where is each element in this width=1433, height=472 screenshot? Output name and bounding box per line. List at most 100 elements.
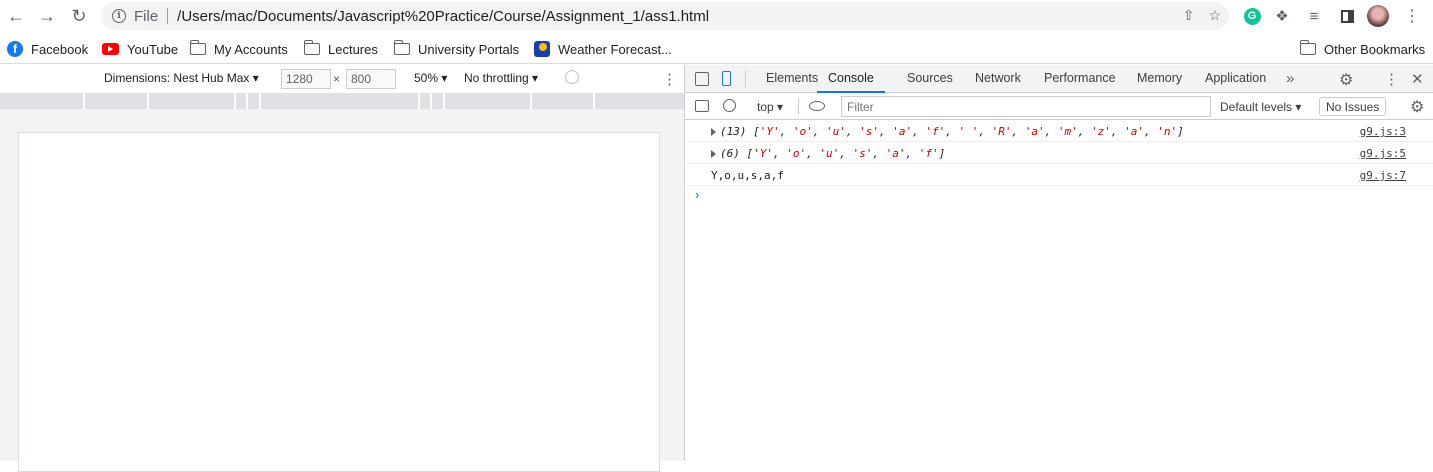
media-playlist-icon[interactable]: ≡ xyxy=(1303,5,1325,27)
log-message: Y,o,u,s,a,f xyxy=(711,169,784,182)
array-item: 'n' xyxy=(1157,125,1178,138)
browser-toolbar: ← → ↻ i File /Users/mac/Documents/Javasc… xyxy=(0,0,1433,33)
array-item: 'm' xyxy=(1057,125,1078,138)
array-item: 'Y' xyxy=(753,147,773,160)
media-query-ruler xyxy=(0,93,684,109)
array-item: 'u' xyxy=(819,147,840,160)
console-log-row[interactable]: Y,o,u,s,a,f g9.js:7 xyxy=(685,164,1433,186)
side-panel-icon[interactable] xyxy=(1336,5,1358,27)
more-tabs-icon[interactable]: » xyxy=(1286,65,1294,93)
bookmark-weather-forecast[interactable]: Weather Forecast... xyxy=(534,40,672,58)
array-item: 'a' xyxy=(892,125,913,138)
dimensions-dropdown[interactable]: Dimensions: Nest Hub Max ▾ xyxy=(104,71,259,85)
dimension-times: × xyxy=(333,72,341,86)
log-source-link[interactable]: g9.js:3 xyxy=(1360,125,1406,138)
info-icon[interactable]: i xyxy=(112,9,126,23)
bookmark-other[interactable]: Other Bookmarks xyxy=(1300,40,1425,58)
bookmark-university-portals[interactable]: University Portals xyxy=(394,40,519,58)
folder-icon xyxy=(304,40,320,55)
array-item: 'o' xyxy=(786,147,807,160)
folder-icon xyxy=(190,40,206,55)
inspect-element-icon[interactable] xyxy=(695,72,709,86)
youtube-icon xyxy=(102,43,119,55)
rotate-icon[interactable] xyxy=(565,70,579,84)
array-item: 's' xyxy=(859,125,879,138)
expand-triangle-icon[interactable] xyxy=(711,128,716,136)
tab-network[interactable]: Network xyxy=(975,65,1021,93)
device-emulation-pane: Dimensions: Nest Hub Max ▾ × 50% ▾ No th… xyxy=(0,65,684,472)
log-source-link[interactable]: g9.js:5 xyxy=(1360,147,1406,160)
url-text[interactable]: /Users/mac/Documents/Javascript%20Practi… xyxy=(177,8,709,25)
console-log-row[interactable]: (6) ['Y', 'o', 'u', 's', 'a', 'f'] g9.js… xyxy=(685,142,1433,164)
tab-memory[interactable]: Memory xyxy=(1137,65,1182,93)
tab-performance[interactable]: Performance xyxy=(1044,65,1116,93)
array-item: 'Y' xyxy=(759,125,780,138)
console-toolbar: top ▾ Default levels ▾ No Issues ⚙ xyxy=(685,93,1433,120)
log-message: (13) ['Y', 'o', 'u', 's', 'a', 'f', ' ',… xyxy=(720,125,1184,138)
share-icon[interactable]: ⇧ xyxy=(1183,7,1195,24)
log-message: (6) ['Y', 'o', 'u', 's', 'a', 'f'] xyxy=(720,147,946,160)
devtools-menu-icon[interactable]: ⋮ xyxy=(1384,70,1399,88)
forward-arrow-icon[interactable]: → xyxy=(35,5,59,27)
console-log-row[interactable]: (13) ['Y', 'o', 'u', 's', 'a', 'f', ' ',… xyxy=(685,120,1433,142)
extensions-puzzle-icon[interactable]: ❖ xyxy=(1271,5,1293,27)
array-item: 'z' xyxy=(1091,125,1111,138)
array-item: 'a' xyxy=(1024,125,1045,138)
bookmark-label: University Portals xyxy=(418,41,520,57)
live-expression-eye-icon[interactable] xyxy=(809,101,825,111)
tab-elements[interactable]: Elements xyxy=(766,65,818,93)
bookmark-lectures[interactable]: Lectures xyxy=(304,40,378,58)
reload-icon[interactable]: ↻ xyxy=(67,5,91,27)
bookmark-star-icon[interactable]: ☆ xyxy=(1208,7,1221,24)
zoom-dropdown[interactable]: 50% ▾ xyxy=(414,71,447,85)
array-item: 'R' xyxy=(991,125,1012,138)
profile-avatar[interactable] xyxy=(1367,5,1389,27)
context-dropdown[interactable]: top ▾ xyxy=(757,97,783,116)
scheme-label: File xyxy=(134,7,159,25)
bookmark-label: Weather Forecast... xyxy=(558,41,672,57)
array-item: 's' xyxy=(852,147,873,160)
array-item: 'a' xyxy=(885,147,906,160)
folder-icon xyxy=(394,40,410,55)
weather-icon xyxy=(534,41,550,57)
devtools-panel: Elements Console Sources Network Perform… xyxy=(684,65,1433,461)
bookmark-my-accounts[interactable]: My Accounts xyxy=(190,40,288,58)
width-input[interactable] xyxy=(281,69,331,89)
log-source-link[interactable]: g9.js:7 xyxy=(1360,169,1406,182)
console-prompt[interactable]: › xyxy=(695,187,699,202)
expand-triangle-icon[interactable] xyxy=(711,150,716,158)
height-input[interactable] xyxy=(346,69,396,89)
back-arrow-icon[interactable]: ← xyxy=(4,5,28,27)
close-icon[interactable]: ✕ xyxy=(1411,70,1424,88)
omnibox-divider xyxy=(167,8,169,24)
bookmark-label: Other Bookmarks xyxy=(1324,41,1426,57)
device-toggle-icon[interactable] xyxy=(722,71,731,86)
settings-gear-icon[interactable]: ⚙ xyxy=(1339,70,1353,90)
tab-sources[interactable]: Sources xyxy=(907,65,953,93)
address-bar[interactable]: i File /Users/mac/Documents/Javascript%2… xyxy=(101,2,1229,30)
bookmark-youtube[interactable]: YouTube xyxy=(102,40,178,58)
bookmark-facebook[interactable]: f Facebook xyxy=(7,40,88,58)
device-toolbar: Dimensions: Nest Hub Max ▾ × 50% ▾ No th… xyxy=(0,65,684,93)
facebook-icon: f xyxy=(7,41,23,57)
tab-console[interactable]: Console xyxy=(817,65,885,93)
array-item: 'u' xyxy=(826,125,846,138)
array-item: 'o' xyxy=(792,125,813,138)
array-item: 'f' xyxy=(918,147,939,160)
device-more-icon[interactable]: ⋮ xyxy=(662,70,677,88)
grammarly-icon[interactable]: G xyxy=(1241,5,1263,27)
bookmark-label: YouTube xyxy=(127,41,179,57)
array-item: 'a' xyxy=(1124,125,1144,138)
bookmark-label: Lectures xyxy=(328,41,378,57)
throttling-dropdown[interactable]: No throttling ▾ xyxy=(464,71,538,85)
emulated-viewport[interactable] xyxy=(18,132,660,472)
bookmark-label: My Accounts xyxy=(214,41,288,57)
tab-application[interactable]: Application xyxy=(1205,65,1266,93)
clear-console-icon[interactable] xyxy=(723,99,736,112)
more-menu-icon[interactable]: ⋮ xyxy=(1401,5,1423,27)
console-filter-input[interactable] xyxy=(841,96,1211,117)
console-settings-icon[interactable]: ⚙ xyxy=(1410,97,1424,117)
sidebar-toggle-icon[interactable] xyxy=(695,100,709,112)
issues-button[interactable]: No Issues xyxy=(1319,97,1387,116)
log-levels-dropdown[interactable]: Default levels ▾ xyxy=(1220,97,1301,116)
